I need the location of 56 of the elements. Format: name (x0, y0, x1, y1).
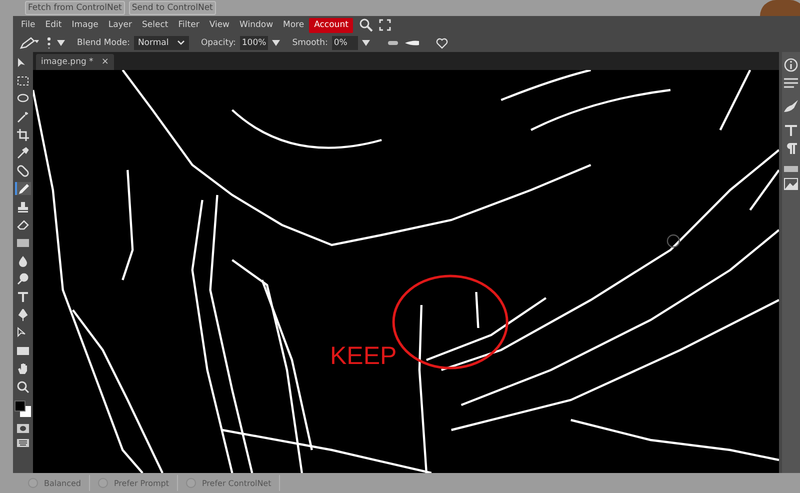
caret-icon[interactable] (272, 40, 280, 46)
gradient-icon[interactable] (15, 236, 31, 249)
menu-item[interactable]: More (278, 18, 310, 32)
menu-item[interactable]: Account (309, 18, 354, 32)
controlnet-button[interactable]: Send to ControlNet (128, 1, 216, 15)
caret-icon[interactable] (57, 40, 65, 46)
chevron-icon[interactable] (176, 40, 185, 46)
smooth-label: Smooth: (292, 38, 328, 48)
fullscreen-icon[interactable] (379, 19, 392, 31)
blend-mode-label: Blend Mode: (77, 38, 130, 48)
search-icon[interactable] (359, 18, 374, 32)
lasso-icon[interactable] (15, 92, 31, 105)
brush-size-icon[interactable] (45, 36, 53, 50)
dodge-icon[interactable] (15, 272, 31, 285)
blend-mode-select[interactable]: Normal (134, 36, 189, 50)
crop-icon[interactable] (15, 128, 31, 141)
heart-icon[interactable] (436, 38, 448, 48)
color-swatches-icon[interactable] (14, 400, 32, 418)
marquee-icon[interactable] (15, 74, 31, 87)
annotation-text: KEEP (330, 344, 397, 369)
controlnet-button[interactable]: Fetch from ControlNet (25, 1, 125, 15)
mask-icon[interactable] (17, 424, 29, 433)
brush-icon[interactable] (784, 100, 798, 112)
pencil-icon[interactable] (15, 182, 31, 195)
menu-item[interactable]: Layer (103, 18, 138, 32)
photo-placeholder (760, 0, 800, 16)
hard-brush-icon[interactable] (404, 40, 420, 46)
soft-brush-icon[interactable] (386, 40, 400, 46)
menu-item[interactable]: Select (137, 18, 174, 32)
bandage-icon[interactable] (15, 164, 31, 177)
caret-icon[interactable] (362, 40, 370, 46)
list-icon[interactable] (784, 78, 798, 88)
menu-item[interactable]: File (16, 18, 40, 32)
info-icon[interactable] (784, 58, 798, 72)
menu-item[interactable]: Window (234, 18, 278, 32)
zoom-icon[interactable] (15, 380, 31, 393)
opacity-field[interactable]: 100% (240, 36, 268, 50)
smooth-field[interactable]: 0% (332, 36, 358, 50)
eyedropper-icon[interactable] (15, 146, 31, 159)
text-tool-icon[interactable] (15, 290, 31, 303)
stamp-icon[interactable] (15, 200, 31, 213)
eraser-icon[interactable] (15, 218, 31, 231)
type-icon[interactable] (784, 124, 798, 136)
keyboard-icon[interactable] (17, 439, 29, 447)
paragraph-icon[interactable] (784, 142, 798, 154)
document-tab[interactable]: image.png * × (36, 54, 114, 70)
menu-item[interactable]: Edit (40, 18, 67, 32)
magic-wand-icon[interactable] (15, 110, 31, 123)
menu-item[interactable]: View (204, 18, 234, 32)
brush-cursor-icon (666, 234, 680, 248)
menu-item[interactable]: Filter (173, 18, 204, 32)
rectangle-icon[interactable] (15, 344, 31, 357)
image-icon[interactable] (784, 178, 798, 190)
pencil-icon[interactable] (19, 36, 41, 50)
menu-item[interactable]: Image (66, 18, 104, 32)
opacity-label: Opacity: (200, 38, 236, 48)
